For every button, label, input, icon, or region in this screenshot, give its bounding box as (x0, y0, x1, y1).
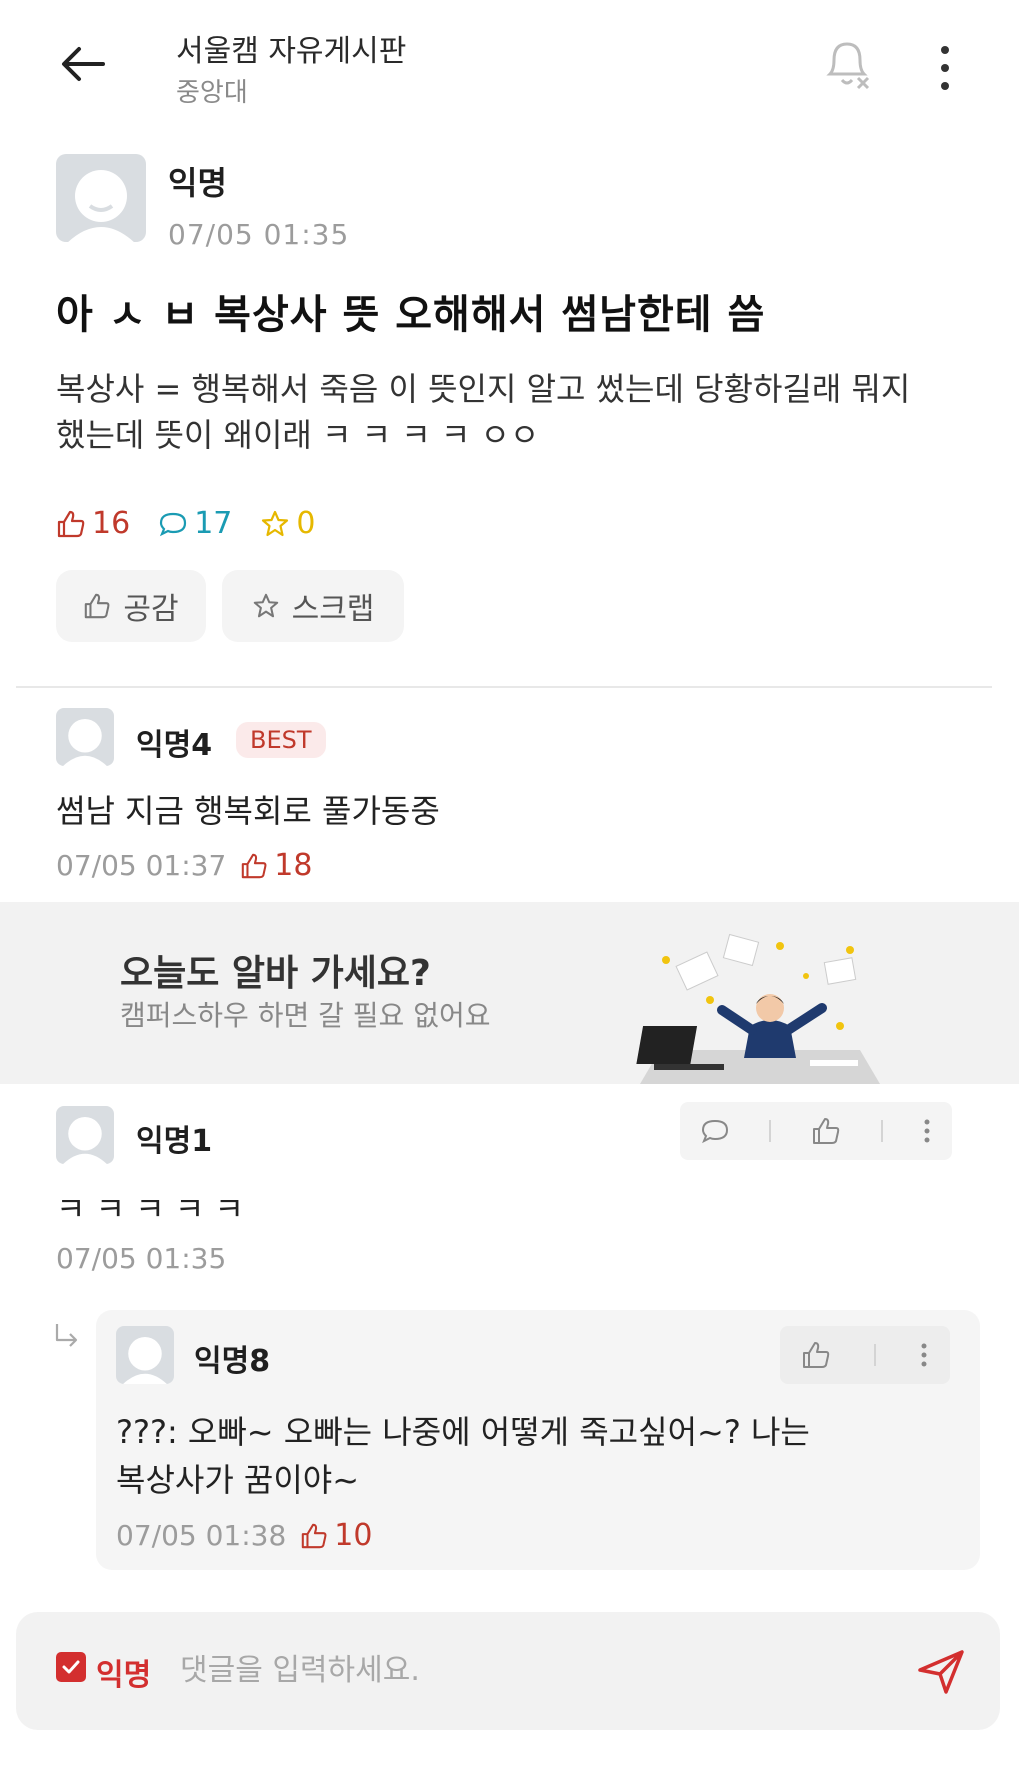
separator (873, 1344, 876, 1366)
scrap-button-label: 스크랩 (291, 592, 375, 627)
comment-like-button[interactable] (811, 1116, 841, 1146)
more-vertical-icon (941, 46, 949, 90)
post-title: 아 ㅅ ㅂ 복상사 뜻 오해해서 썸남한테 씀 (56, 292, 766, 338)
reply-like-count: 10 (300, 1518, 372, 1553)
default-avatar-icon (63, 718, 107, 766)
comment-like-count: 18 (240, 848, 312, 883)
reply-button[interactable] (700, 1116, 730, 1146)
comment-meta: 07/05 01:37 18 (56, 848, 312, 883)
post-body-line: 했는데 뜻이 왜이래 ㅋ ㅋ ㅋ ㅋ ㅇㅇ (56, 416, 540, 454)
speech-bubble-icon (701, 1119, 728, 1144)
comment-author: 익명4 (136, 728, 213, 763)
ad-subtitle: 캠퍼스하우 하면 갈 필요 없어요 (120, 999, 491, 1032)
comment-text: ㅋ ㅋ ㅋ ㅋ ㅋ (56, 1190, 244, 1228)
more-vertical-icon (921, 1343, 927, 1367)
thumbs-up-icon (812, 1118, 840, 1144)
anonymous-checkbox[interactable] (56, 1652, 86, 1682)
like-stat: 16 (56, 506, 130, 541)
reply-text: ???: 오빠~ 오빠는 나중에 어떻게 죽고싶어~? 나는 복상사가 꿈이야~ (116, 1408, 810, 1504)
separator (880, 1120, 883, 1142)
arrow-left-icon (62, 47, 105, 81)
more-vertical-icon (924, 1119, 930, 1143)
back-button[interactable] (48, 34, 118, 94)
default-avatar-icon (63, 1116, 107, 1164)
reply-text-line: ???: 오빠~ 오빠는 나중에 어떻게 죽고싶어~? 나는 (116, 1413, 810, 1451)
like-button[interactable]: 공감 (56, 570, 206, 642)
comment-author-avatar (56, 708, 114, 766)
thumbs-up-icon (803, 1342, 830, 1368)
best-badge: BEST (236, 722, 326, 758)
comment-more-button[interactable] (922, 1116, 932, 1146)
star-icon (262, 510, 289, 536)
ad-illustration (630, 930, 890, 1084)
reply-time: 07/05 01:38 (116, 1519, 287, 1552)
star-icon (253, 593, 278, 618)
send-button[interactable] (914, 1644, 968, 1698)
notification-off-button[interactable] (822, 36, 872, 92)
like-button-label: 공감 (123, 592, 179, 627)
comment-text: 썸남 지금 행복회로 풀가동중 (56, 792, 440, 830)
reply-more-button[interactable] (919, 1340, 929, 1370)
thumbs-up-icon (57, 510, 85, 537)
scrap-button[interactable]: 스크랩 (222, 570, 404, 642)
ad-title: 오늘도 알바 가세요? (120, 953, 431, 994)
like-count: 16 (92, 506, 131, 541)
board-title: 서울캠 자유게시판 (176, 34, 407, 69)
default-avatar-icon (123, 1336, 167, 1384)
separator (769, 1120, 772, 1142)
post-body-line: 복상사 = 행복해서 죽음 이 뜻인지 알고 썼는데 당황하길래 뭐지 (56, 370, 911, 408)
person-celebrating-illustration (636, 933, 880, 1084)
speech-bubble-icon (160, 512, 187, 536)
reply-text-line: 복상사가 꿈이야~ (116, 1461, 360, 1499)
send-icon (918, 1650, 964, 1694)
thumbs-up-icon (85, 593, 110, 619)
more-menu-button[interactable] (930, 40, 960, 96)
comment-author: 익명1 (136, 1124, 213, 1159)
comment-stat: 17 (158, 506, 232, 541)
post-stats: 16 17 0 (56, 506, 315, 541)
post-author: 익명 (168, 164, 227, 202)
scrap-count: 0 (296, 506, 316, 541)
comment-count: 17 (194, 506, 233, 541)
thumbs-up-icon (302, 1523, 327, 1548)
comment-time: 07/05 01:35 (56, 1242, 227, 1275)
scrap-stat: 0 (260, 506, 315, 541)
reply-actions (780, 1326, 950, 1384)
comment-time: 07/05 01:37 (56, 849, 227, 882)
reply-author: 익명8 (194, 1344, 271, 1379)
comment-input[interactable] (178, 1644, 882, 1696)
reply-like-button[interactable] (801, 1340, 831, 1370)
reply-arrow-icon (52, 1322, 82, 1356)
school-name: 중앙대 (176, 78, 248, 108)
reply-meta: 07/05 01:38 10 (116, 1518, 372, 1553)
comment-actions (680, 1102, 952, 1160)
like-count-value: 18 (274, 848, 313, 883)
comment-author-avatar (56, 1106, 114, 1164)
check-icon (62, 1660, 80, 1674)
divider (16, 686, 992, 688)
post-time: 07/05 01:35 (168, 218, 350, 251)
thumbs-up-icon (242, 853, 267, 878)
reply-author-avatar (116, 1326, 174, 1384)
comment-meta: 07/05 01:35 (56, 1242, 226, 1275)
post-body: 복상사 = 행복해서 죽음 이 뜻인지 알고 썼는데 당황하길래 뭐지 했는데 … (56, 366, 956, 458)
anonymous-label[interactable]: 익명 (96, 1650, 151, 1694)
like-count-value: 10 (334, 1518, 373, 1553)
default-avatar-icon (68, 170, 134, 242)
post-author-avatar (56, 154, 146, 242)
bell-off-icon (826, 42, 870, 90)
